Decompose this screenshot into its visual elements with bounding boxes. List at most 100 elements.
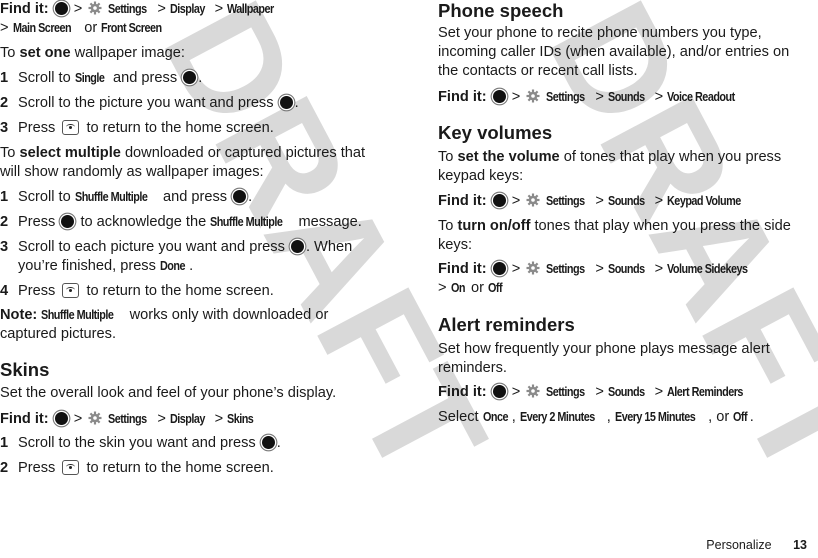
menu-front-screen: Front Screen — [101, 21, 162, 35]
step-text: Press to acknowledge the Shuffle Multipl… — [18, 213, 400, 232]
text: Press — [18, 283, 56, 299]
alert-reminders-description: Set how frequently your phone plays mess… — [438, 341, 770, 376]
end-key-icon — [62, 283, 80, 298]
gear-icon — [88, 411, 102, 425]
separator: > — [73, 411, 83, 427]
menu-alert-reminders: Alert Reminders — [667, 385, 744, 399]
separator: > — [511, 193, 521, 209]
text: to acknowledge the — [80, 214, 207, 230]
select-key-icon — [233, 190, 247, 203]
text: and press — [113, 70, 178, 86]
text: Scroll to — [18, 189, 71, 205]
separator: > — [595, 89, 604, 105]
select-key-icon — [290, 240, 304, 253]
footer-section-name: Personalize — [706, 538, 772, 552]
step-number: 3 — [0, 120, 9, 136]
separator: > — [214, 411, 224, 427]
separator: > — [73, 1, 83, 17]
text: Scroll to each picture you want and pres… — [18, 239, 285, 255]
separator: > — [157, 411, 166, 427]
step-text: Press to return to the home screen. — [18, 119, 400, 138]
gear-icon — [526, 193, 540, 207]
menu-single: Single — [74, 71, 105, 85]
page-number: 13 — [793, 538, 807, 552]
separator: > — [654, 384, 664, 400]
end-key-icon — [62, 120, 80, 135]
text: Select — [438, 409, 479, 425]
note-label: Note: — [0, 307, 38, 323]
text: Scroll to — [18, 70, 71, 86]
menu-sounds: Sounds — [607, 90, 645, 104]
step-text: Scroll to the picture you want and press… — [18, 95, 299, 111]
menu-volume-sidekeys: Volume Sidekeys — [667, 262, 748, 276]
find-it-label: Find it: — [0, 1, 49, 17]
menu-shuffle-multiple: Shuffle Multiple — [41, 308, 114, 322]
list-item: 1 Scroll to Shuffle Multiple and press . — [0, 188, 400, 207]
section-title-alert-reminders: Alert reminders — [438, 314, 575, 335]
find-it-label: Find it: — [438, 261, 487, 277]
phone-speech-find-it: Find it: > Settings > Sounds > Voice Rea… — [438, 88, 746, 107]
alert-reminders-options: Select Once, Every 2 Minutes, Every 15 M… — [438, 409, 754, 425]
text: to return to the home screen. — [86, 283, 274, 299]
list-item: 1 Scroll to Single and press . — [0, 69, 400, 88]
bold-text: set the volume — [457, 149, 560, 165]
text: Press — [18, 120, 56, 136]
menu-keypad-volume: Keypad Volume — [667, 194, 741, 208]
select-key-icon — [183, 71, 197, 84]
menu-main-screen: Main Screen — [12, 21, 72, 35]
list-item: 2 Press to return to the home screen. — [0, 459, 400, 478]
step-text: Scroll to Single and press . — [18, 70, 203, 86]
separator: > — [0, 20, 9, 36]
separator: > — [438, 280, 447, 296]
list-item: 2 Scroll to the picture you want and pre… — [0, 94, 400, 113]
step-number: 2 — [0, 460, 9, 476]
list-item: 1 Scroll to the skin you want and press … — [0, 434, 400, 453]
select-key-icon — [54, 2, 68, 15]
gear-icon — [526, 89, 540, 103]
text: To — [0, 45, 16, 61]
skins-description: Set the overall look and feel of your ph… — [0, 385, 337, 401]
wallpaper-find-it: Find it: > Settings > Display > Wallpape… — [0, 0, 282, 38]
menu-skins: Skins — [227, 412, 254, 426]
separator: > — [511, 384, 521, 400]
separator: > — [511, 261, 521, 277]
text: to return to the home screen. — [86, 120, 274, 136]
step-text: Press to return to the home screen. — [18, 282, 400, 301]
text: message. — [298, 214, 362, 230]
step-text: Press to return to the home screen. — [18, 459, 400, 478]
separator: > — [654, 261, 664, 277]
separator: > — [654, 193, 664, 209]
menu-done: Done — [159, 259, 186, 273]
page-footer: Personalize 13 — [706, 536, 807, 555]
gear-icon — [88, 1, 102, 15]
or-text: or — [470, 280, 484, 296]
menu-settings: Settings — [546, 385, 586, 399]
text: Scroll to the picture you want and press — [18, 95, 274, 111]
step-number: 1 — [0, 189, 9, 205]
step-number: 1 — [0, 70, 9, 86]
menu-voice-readout: Voice Readout — [667, 90, 735, 104]
keypad-volume-find-it: Find it: > Settings > Sounds > Keypad Vo… — [438, 192, 753, 211]
menu-on: On — [450, 281, 466, 295]
select-key-icon — [492, 262, 506, 275]
text: To — [438, 218, 454, 234]
separator: > — [595, 261, 604, 277]
menu-settings: Settings — [546, 90, 586, 104]
or-text: or — [84, 20, 98, 36]
menu-off: Off — [488, 281, 503, 295]
separator: > — [595, 384, 604, 400]
text: To — [0, 145, 16, 161]
gear-icon — [526, 261, 540, 275]
separator: > — [511, 89, 521, 105]
set-one-intro: To set one wallpaper image: — [0, 44, 185, 63]
text: to return to the home screen. — [86, 460, 274, 476]
menu-settings: Settings — [546, 262, 586, 276]
select-key-icon — [492, 90, 506, 103]
or-text: or — [716, 409, 730, 425]
option-every-2-minutes: Every 2 Minutes — [519, 410, 595, 424]
find-it-label: Find it: — [438, 89, 487, 105]
menu-shuffle-multiple: Shuffle Multiple — [74, 190, 148, 204]
list-item: 3 Scroll to each picture you want and pr… — [0, 238, 385, 276]
find-it-label: Find it: — [438, 193, 487, 209]
phone-speech-description: Set your phone to recite phone numbers y… — [438, 25, 790, 79]
